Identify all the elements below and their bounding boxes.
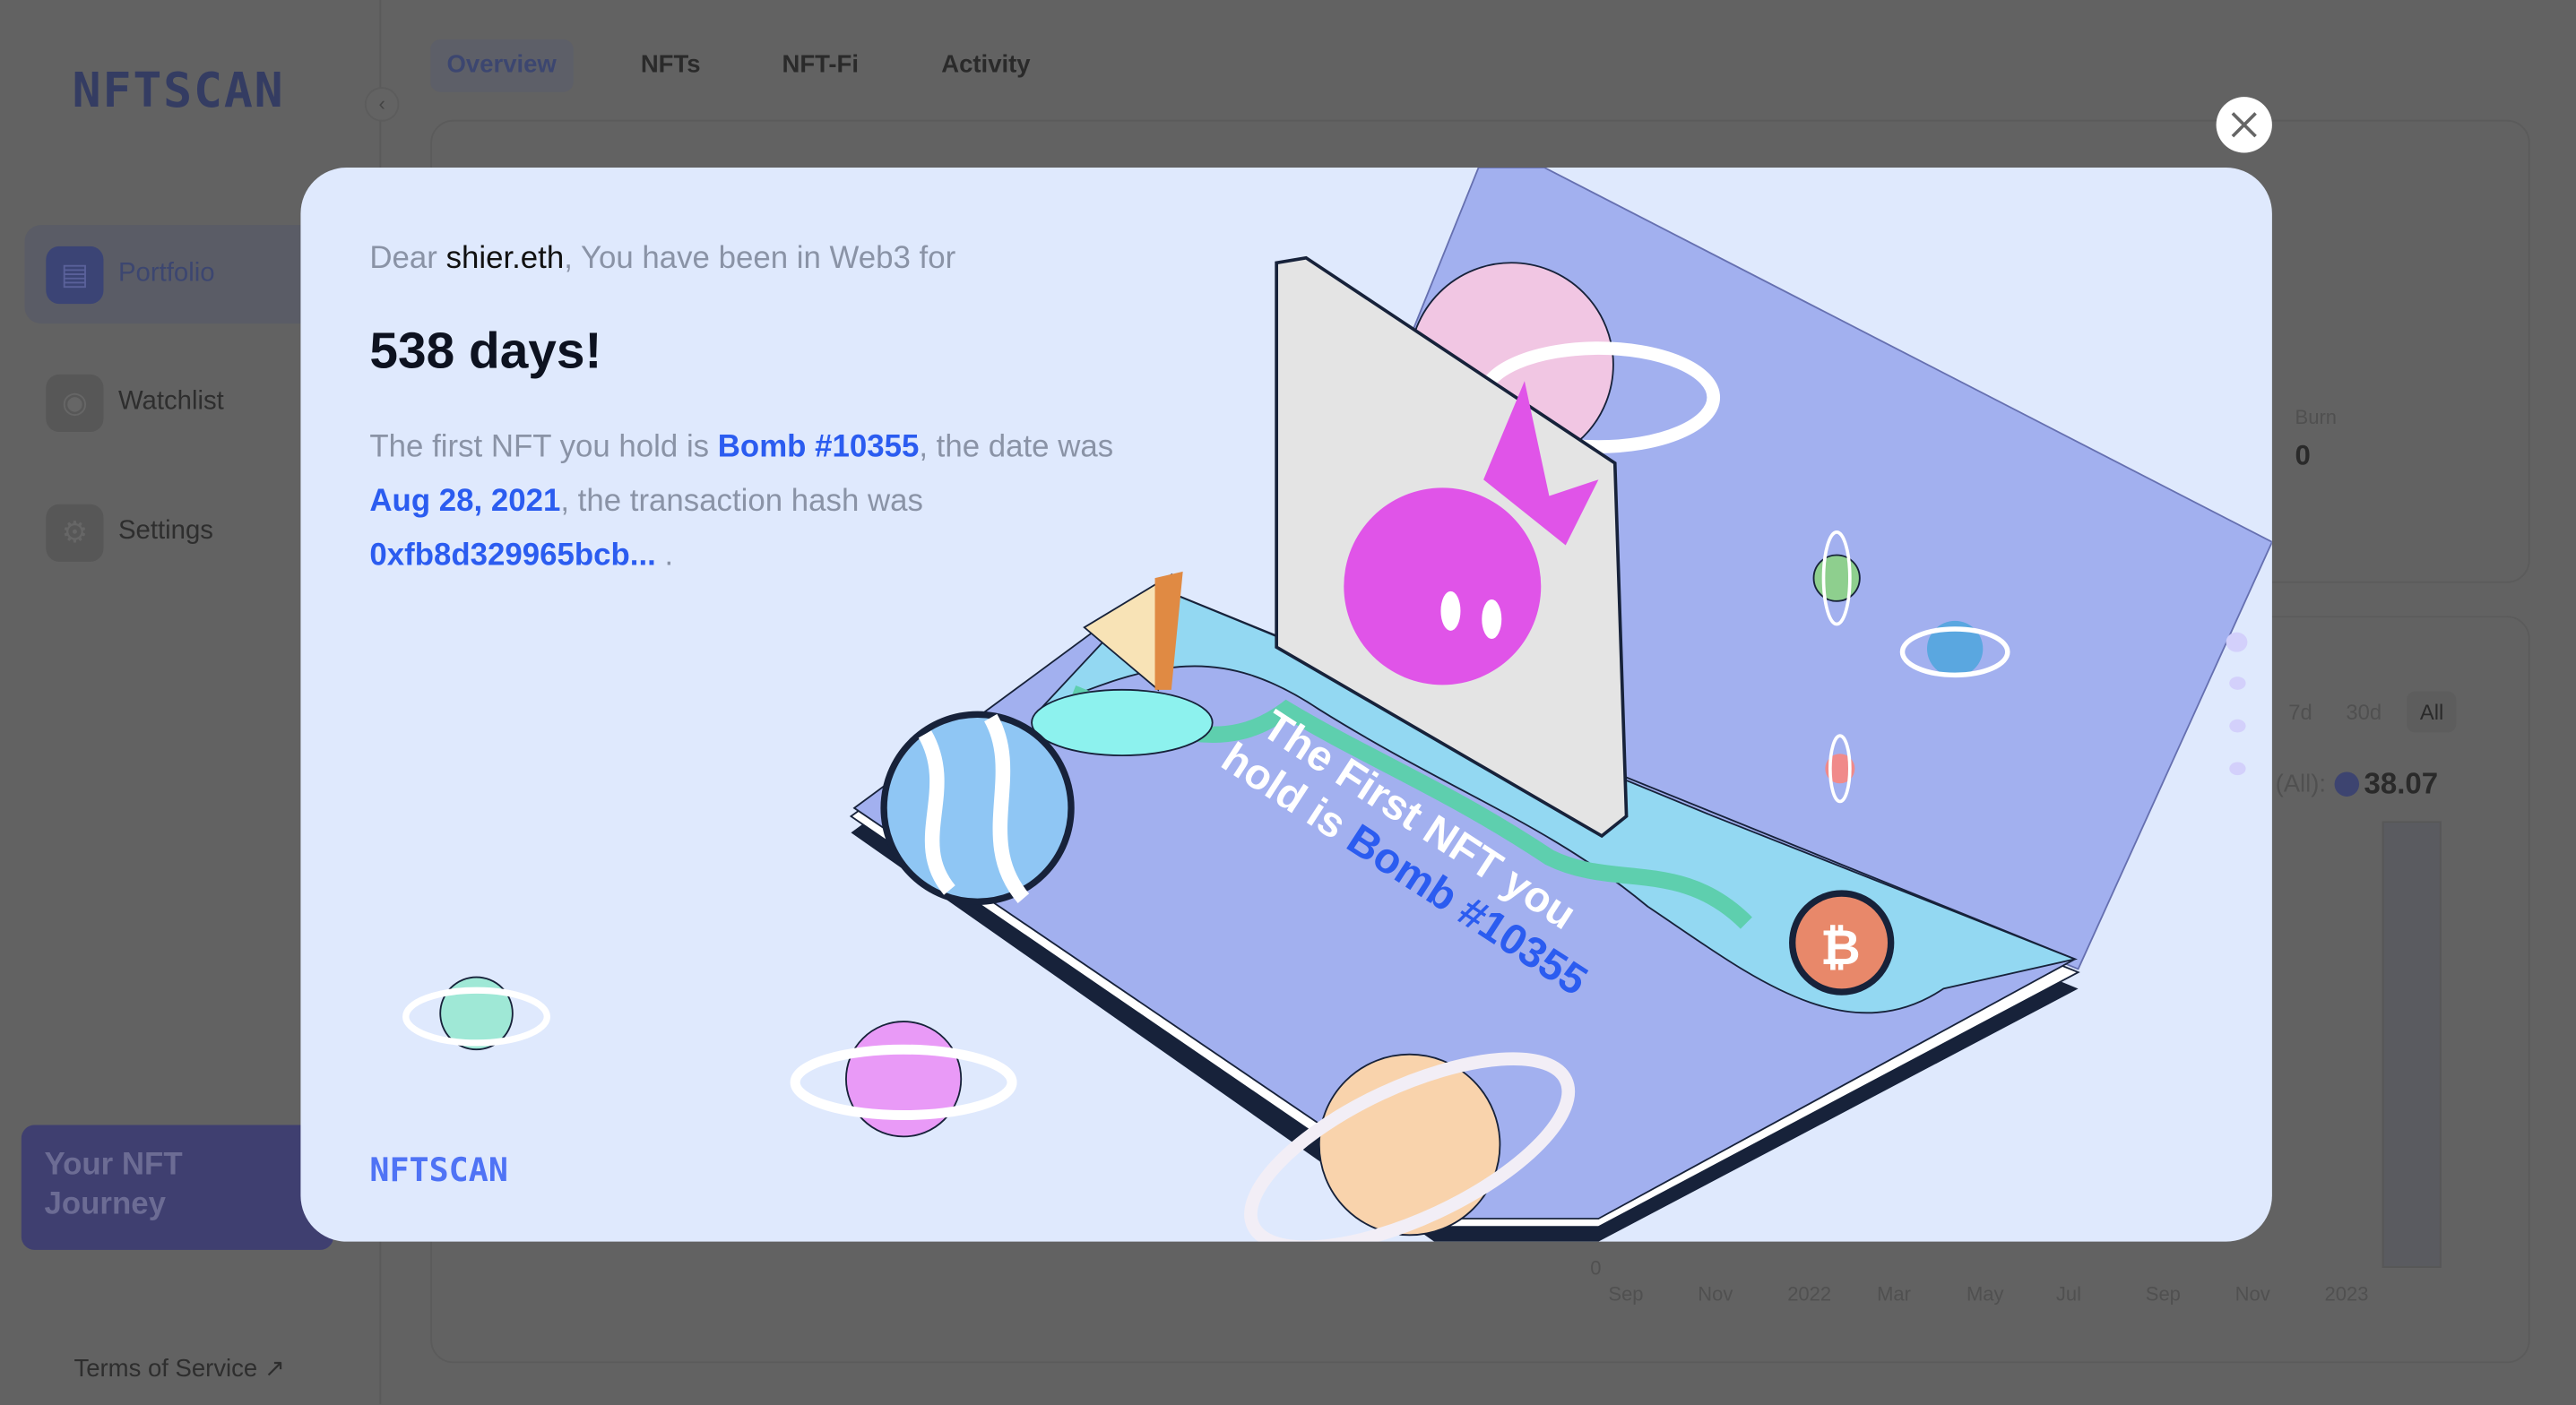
tab-activity[interactable]: Activity bbox=[925, 39, 1047, 92]
username: shier.eth bbox=[445, 241, 565, 276]
x-tick: Nov bbox=[1698, 1282, 1733, 1306]
text: . bbox=[655, 539, 674, 573]
svg-text:₿: ₿ bbox=[1820, 919, 1861, 975]
carousel-dot[interactable] bbox=[2229, 677, 2246, 690]
x-tick: Sep bbox=[1608, 1282, 1644, 1306]
tab-nft-fi[interactable]: NFT-Fi bbox=[765, 39, 875, 92]
date-value: Aug 28, 2021 bbox=[369, 484, 561, 520]
terms-label: Terms of Service bbox=[73, 1355, 258, 1383]
x-tick: May bbox=[1966, 1282, 2004, 1306]
nftscan-logo[interactable]: NFTSCAN bbox=[73, 63, 285, 118]
external-link-icon: ↗ bbox=[264, 1355, 285, 1383]
chevron-left-icon: ‹ bbox=[378, 91, 385, 116]
text: The first NFT you hold is bbox=[369, 430, 718, 465]
nft-journey-banner[interactable]: Your NFT Journey bbox=[21, 1125, 334, 1250]
x-tick: 2023 bbox=[2324, 1282, 2369, 1306]
burn-value: 0 bbox=[2295, 440, 2311, 472]
greeting-prefix: Dear bbox=[369, 241, 446, 276]
chart-zoom-slider[interactable] bbox=[2382, 821, 2442, 1268]
nft-link[interactable]: Bomb #10355 bbox=[718, 430, 920, 464]
range-30d[interactable]: 30d bbox=[2346, 700, 2382, 724]
total-label: (All): bbox=[2275, 770, 2327, 798]
carousel-dot[interactable] bbox=[2229, 719, 2246, 733]
close-modal-button[interactable] bbox=[2216, 97, 2272, 153]
text: , the date was bbox=[919, 430, 1114, 465]
gear-icon: ⚙ bbox=[46, 503, 104, 561]
first-nft-description: The first NFT you hold is Bomb #10355, t… bbox=[369, 420, 1158, 582]
text: , the transaction hash was bbox=[560, 484, 923, 520]
eth-icon bbox=[2334, 771, 2360, 797]
x-tick: Mar bbox=[1877, 1282, 1911, 1306]
x-tick: Sep bbox=[2145, 1282, 2181, 1306]
days-count: 538 days! bbox=[369, 322, 602, 380]
id-card-icon: ▤ bbox=[46, 246, 104, 304]
total-value: 38.07 bbox=[2364, 766, 2439, 800]
sidebar-item-label: Portfolio bbox=[117, 259, 215, 288]
x-tick: Jul bbox=[2055, 1282, 2081, 1306]
greeting-suffix: , You have been in Web3 for bbox=[564, 241, 956, 276]
web3-journey-modal: ₿ The First NFT you hold is Bomb #10355 … bbox=[300, 167, 2272, 1242]
close-icon bbox=[2231, 112, 2257, 138]
carousel-dot[interactable] bbox=[2229, 762, 2246, 776]
greeting: Dear shier.eth, You have been in Web3 fo… bbox=[369, 241, 955, 277]
nftscan-modal-logo: NFTSCAN bbox=[369, 1150, 508, 1190]
terms-of-service-link[interactable]: Terms of Service ↗ bbox=[73, 1353, 284, 1383]
x-tick: Nov bbox=[2235, 1282, 2270, 1306]
x-tick: 2022 bbox=[1787, 1282, 1832, 1306]
tx-hash-link[interactable]: 0xfb8d329965bcb... bbox=[369, 539, 655, 573]
burn-label: Burn bbox=[2295, 405, 2338, 429]
range-7d[interactable]: 7d bbox=[2288, 700, 2312, 724]
y-axis-zero: 0 bbox=[1590, 1256, 1602, 1280]
sidebar-item-label: Settings bbox=[117, 517, 213, 546]
tab-overview[interactable]: Overview bbox=[430, 39, 574, 92]
sidebar-item-label: Watchlist bbox=[117, 387, 224, 416]
eye-icon: ◉ bbox=[46, 373, 104, 432]
carousel-dot-active[interactable] bbox=[2226, 632, 2248, 652]
tab-nfts[interactable]: NFTs bbox=[625, 39, 717, 92]
range-all[interactable]: All bbox=[2407, 691, 2458, 733]
collapse-sidebar-button[interactable]: ‹ bbox=[364, 87, 400, 122]
